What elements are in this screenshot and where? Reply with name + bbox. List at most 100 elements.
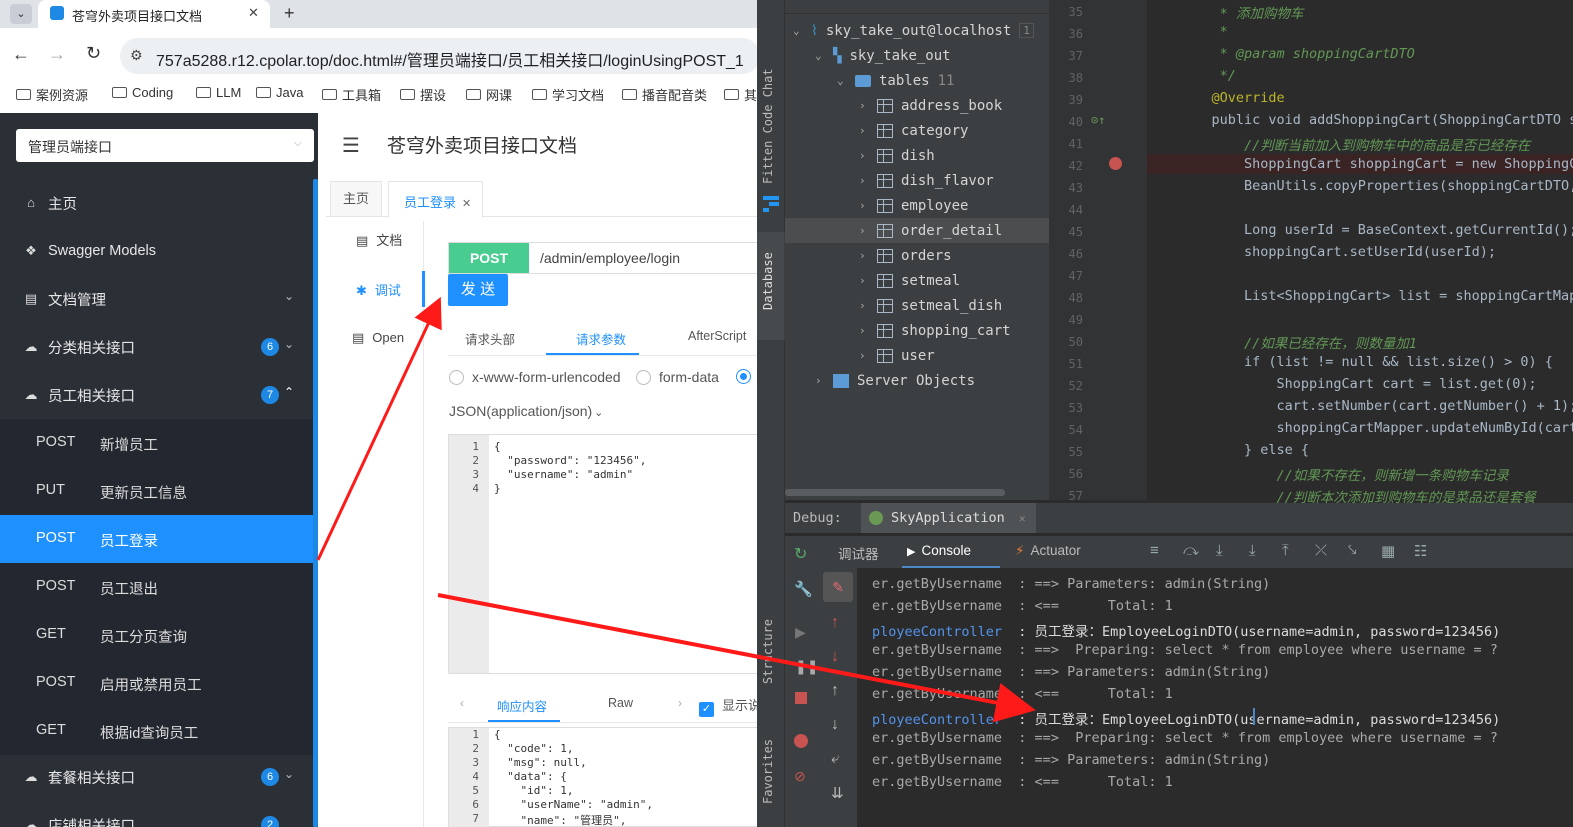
browser-tab-active[interactable]: 苍穹外卖项目接口文档 ✕ bbox=[38, 0, 270, 28]
db-table-node[interactable]: › category bbox=[859, 118, 968, 143]
send-button[interactable]: 发 送 bbox=[448, 274, 508, 306]
bookmark-folder[interactable]: 其 bbox=[724, 85, 757, 104]
view-breakpoints-icon[interactable] bbox=[794, 734, 808, 748]
req-tab-afterscript[interactable]: AfterScript bbox=[688, 329, 746, 343]
debug-toolbar-icon[interactable]: ≡ bbox=[1150, 542, 1159, 559]
db-root-node[interactable]: ⌄ ⌇ sky_take_out@localhost 1 bbox=[793, 18, 1034, 43]
settings-wrench-icon[interactable]: 🔧 bbox=[794, 580, 813, 598]
db-table-node[interactable]: › dish_flavor bbox=[859, 168, 994, 193]
back-icon[interactable]: ← bbox=[12, 44, 30, 65]
console-output[interactable]: er.getByUsername : ==> Parameters: admin… bbox=[857, 568, 1573, 827]
collapse-menu-icon[interactable]: ☰ bbox=[342, 133, 360, 158]
api-item[interactable]: GET 员工分页查询 bbox=[0, 611, 318, 659]
structure-tab[interactable]: Structure bbox=[761, 619, 775, 684]
radio-urlencoded[interactable]: x-www-form-urlencoded bbox=[449, 369, 621, 385]
api-item[interactable]: PUT 更新员工信息 bbox=[0, 467, 318, 515]
menu-home[interactable]: ⌂ 主页 bbox=[0, 179, 318, 227]
menu-shop-api[interactable]: ☁ 店铺相关接口 2 bbox=[0, 801, 318, 827]
tab-home[interactable]: 主页 bbox=[330, 181, 382, 217]
db-table-node[interactable]: › setmeal bbox=[859, 268, 960, 293]
menu-category-api[interactable]: ☁ 分类相关接口 6 ⌄ bbox=[0, 323, 318, 371]
bookmark-folder[interactable]: 案例资源 bbox=[16, 85, 88, 104]
db-tables-folder[interactable]: ⌄ tables 11 bbox=[837, 68, 954, 93]
bookmark-folder[interactable]: 学习文档 bbox=[532, 85, 604, 104]
fitten-icon[interactable] bbox=[763, 196, 779, 212]
api-item[interactable]: POST 员工退出 bbox=[0, 563, 318, 611]
soft-wrap-icon[interactable]: ⤶ bbox=[831, 750, 839, 767]
code-editor[interactable]: 35 36 37 38 39 40 41 42 43 44 45 46 47 48 49 50 51 52 53 54… bbox=[1049, 0, 1573, 506]
content-type-select[interactable]: JSON(application/json) ⌄ bbox=[449, 403, 603, 419]
show-desc-checkbox[interactable]: ✓ 显示说 bbox=[699, 695, 757, 717]
db-table-node[interactable]: › shopping_cart bbox=[859, 318, 1011, 343]
resume-icon[interactable]: ▶ bbox=[795, 624, 806, 641]
close-icon[interactable]: ✕ bbox=[1019, 512, 1026, 525]
db-table-node[interactable]: › employee bbox=[859, 193, 968, 218]
debug-toolbar-icon[interactable]: ▦ bbox=[1381, 542, 1395, 560]
run-config-tab[interactable]: SkyApplication ✕ bbox=[861, 503, 1036, 533]
group-select[interactable]: 管理员端接口 ⌵ bbox=[16, 129, 314, 162]
debug-toolbar-icon[interactable]: ⤥ bbox=[1348, 542, 1356, 559]
url-input[interactable]: /admin/employee/login bbox=[540, 250, 680, 266]
bookmark-folder[interactable]: LLM bbox=[196, 85, 241, 100]
mute-breakpoints-icon[interactable]: ⊘ bbox=[794, 768, 806, 785]
api-item[interactable]: POST 启用或禁用员工 bbox=[0, 659, 318, 707]
forward-icon[interactable]: → bbox=[48, 44, 66, 65]
scroll-up-icon[interactable]: ↑ bbox=[831, 682, 839, 700]
bookmark-folder[interactable]: 播音配音类 bbox=[622, 85, 707, 104]
stop-icon[interactable] bbox=[795, 692, 807, 704]
api-item[interactable]: POST 新增员工 bbox=[0, 419, 318, 467]
bookmark-folder[interactable]: Java bbox=[256, 85, 303, 100]
debug-toolbar-icon[interactable]: ☷ bbox=[1414, 542, 1427, 560]
address-bar[interactable]: ⚙ 757a5288.r12.cpolar.top/doc.html#/管理员端… bbox=[120, 38, 757, 74]
tab-employee-login[interactable]: 员工登录 ✕ bbox=[388, 181, 483, 218]
up-red-icon[interactable]: ↑ bbox=[831, 614, 839, 632]
resp-next-icon[interactable]: › bbox=[678, 696, 682, 710]
resp-tab-content[interactable]: 响应内容 bbox=[497, 696, 547, 715]
fitten-code-chat-tab[interactable]: Fitten Code Chat bbox=[761, 68, 775, 184]
reload-icon[interactable]: ↻ bbox=[86, 43, 101, 64]
tab-console[interactable]: ▶ Console bbox=[907, 543, 971, 558]
db-table-node[interactable]: › orders bbox=[859, 243, 952, 268]
db-table-node[interactable]: › dish bbox=[859, 143, 935, 168]
down-red-icon[interactable]: ↓ bbox=[831, 648, 839, 666]
db-table-node[interactable]: › order_detail bbox=[859, 218, 1002, 243]
menu-setmeal-api[interactable]: ☁ 套餐相关接口 6 ⌄ bbox=[0, 753, 318, 801]
tab-debugger[interactable]: 调试器 bbox=[838, 543, 879, 563]
menu-doc-management[interactable]: ▤ 文档管理 ⌄ bbox=[0, 275, 318, 323]
menu-employee-api[interactable]: ☁ 员工相关接口 7 ⌃ bbox=[0, 371, 318, 419]
debug-toolbar-icon[interactable]: ⤫ bbox=[1315, 542, 1327, 559]
tree-hscrollbar[interactable] bbox=[785, 489, 1005, 496]
tab-actuator[interactable]: ⚡ Actuator bbox=[1015, 543, 1081, 559]
site-info-icon[interactable]: ⚙ bbox=[130, 47, 143, 64]
side-tab-debug[interactable]: ✱ 调试 bbox=[356, 280, 401, 299]
override-gutter-icon[interactable]: ⊙↑ bbox=[1091, 113, 1105, 127]
tab-close-icon[interactable]: ✕ bbox=[248, 5, 259, 21]
breakpoint-icon[interactable] bbox=[1109, 157, 1122, 170]
api-item[interactable]: GET 根据id查询员工 bbox=[0, 707, 318, 755]
favorites-tab[interactable]: Favorites bbox=[761, 739, 775, 804]
clear-console-icon[interactable]: ✎ bbox=[823, 572, 853, 602]
db-schema-node[interactable]: ⌄ ▚ sky_take_out bbox=[815, 43, 951, 68]
side-tab-doc[interactable]: ▤ 文档 bbox=[356, 230, 402, 249]
new-tab-button[interactable]: + bbox=[284, 3, 295, 24]
scroll-down-icon[interactable]: ↓ bbox=[831, 716, 839, 734]
radio-formdata[interactable]: form-data bbox=[636, 369, 719, 385]
radio-raw-selected[interactable] bbox=[736, 369, 751, 384]
resp-tab-raw[interactable]: Raw bbox=[608, 696, 633, 710]
debug-toolbar-icon[interactable]: ⤼ bbox=[1183, 542, 1199, 559]
tab-list-chevron-icon[interactable]: ⌄ bbox=[10, 4, 32, 24]
api-item[interactable]: POST 员工登录 bbox=[0, 515, 318, 563]
db-table-node[interactable]: › user bbox=[859, 343, 935, 368]
req-tab-params[interactable]: 请求参数 bbox=[576, 329, 626, 348]
scroll-to-end-icon[interactable]: ⇊ bbox=[831, 784, 844, 802]
pause-icon[interactable]: ❚❚ bbox=[795, 658, 818, 675]
rerun-icon[interactable]: ↻ bbox=[794, 544, 807, 564]
bookmark-folder[interactable]: 工具箱 bbox=[322, 85, 381, 104]
side-tab-open[interactable]: ▤ Open bbox=[352, 330, 404, 346]
db-table-node[interactable]: › setmeal_dish bbox=[859, 293, 1002, 318]
request-body-editor[interactable]: 1 {2 "password": "123456", 3 "username": "… bbox=[448, 434, 757, 674]
db-server-objects-node[interactable]: › Server Objects bbox=[815, 368, 975, 393]
bookmark-folder[interactable]: 摆设 bbox=[400, 85, 446, 104]
bookmark-folder[interactable]: 网课 bbox=[466, 85, 512, 104]
bookmark-folder[interactable]: Coding bbox=[112, 85, 173, 100]
